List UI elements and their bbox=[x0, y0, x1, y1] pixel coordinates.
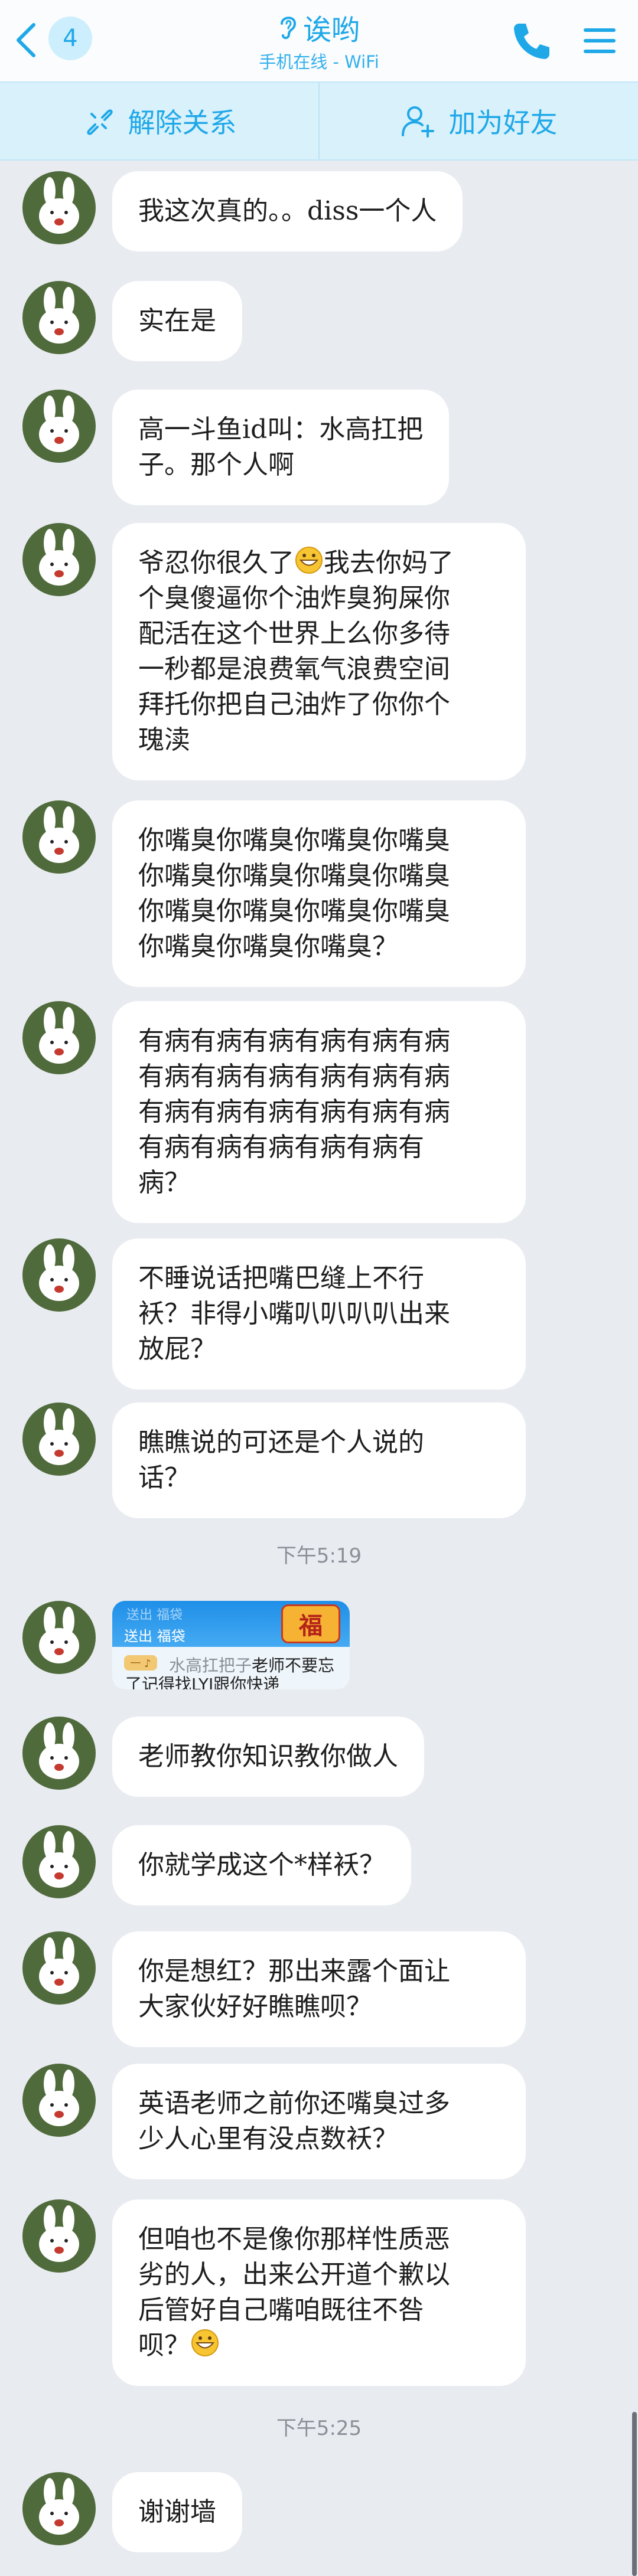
avatar[interactable] bbox=[22, 171, 96, 244]
lucky-bag-card[interactable]: 送出 福袋 送出 福袋 福 一 ♪ 水高扛把子老师不要忘 了记得找LYJ跟你快递 bbox=[112, 1601, 350, 1689]
rabbit-avatar-icon bbox=[39, 177, 79, 234]
chevron-left-icon bbox=[17, 23, 35, 57]
message-bubble[interactable]: 谢谢墙 bbox=[112, 2472, 242, 2552]
scrollbar-thumb[interactable] bbox=[632, 2412, 637, 2576]
message-text: 爷忍你很久了 bbox=[138, 548, 294, 578]
rabbit-avatar-icon bbox=[39, 529, 79, 586]
broken-link-icon bbox=[86, 109, 113, 135]
avatar[interactable] bbox=[22, 523, 96, 596]
unfriend-label: 解除关系 bbox=[128, 107, 237, 139]
menu-icon bbox=[584, 28, 616, 53]
card-faded-label: 送出 福袋 bbox=[126, 1608, 183, 1623]
phone-icon bbox=[514, 24, 549, 59]
level-tag: 一 ♪ bbox=[124, 1655, 157, 1671]
message-bubble[interactable]: 但咱也不是像你那样性质恶 劣的人，出来公开道个歉以 后管好自己嘴咱既往不咎 呗？ bbox=[112, 2199, 526, 2386]
unread-count-badge[interactable]: 4 bbox=[48, 17, 92, 60]
rabbit-avatar-icon bbox=[39, 395, 79, 452]
message-bubble[interactable]: 有病有病有病有病有病有病 有病有病有病有病有病有病 有病有病有病有病有病有病 有… bbox=[112, 1001, 526, 1223]
avatar[interactable] bbox=[22, 1238, 96, 1312]
chat-title-area[interactable]: 诶哟 手机在线 - WiFi bbox=[201, 8, 437, 73]
rabbit-avatar-icon bbox=[39, 1408, 79, 1465]
rabbit-avatar-icon bbox=[39, 1831, 79, 1888]
rabbit-avatar-icon bbox=[39, 2070, 79, 2126]
message-bubble[interactable]: 爷忍你很久了 我去你妈了 个臭傻逼你个油炸臭狗屎你 配活在这个世界上么你多待 一秒… bbox=[112, 523, 526, 780]
avatar[interactable] bbox=[22, 2199, 96, 2273]
avatar[interactable] bbox=[22, 1931, 96, 2005]
avatar[interactable] bbox=[22, 1601, 96, 1674]
rabbit-avatar-icon bbox=[39, 1007, 79, 1064]
online-status: 手机在线 - WiFi bbox=[259, 52, 379, 72]
rabbit-avatar-icon bbox=[39, 1722, 79, 1779]
avatar[interactable] bbox=[22, 800, 96, 874]
message-bubble[interactable]: 你就学成这个*样袄？ bbox=[112, 1825, 411, 1905]
card-label: 送出 福袋 bbox=[124, 1628, 185, 1645]
card-text-line: 了记得找LYJ跟你快递 bbox=[125, 1675, 280, 1689]
avatar[interactable] bbox=[22, 1825, 96, 1898]
rabbit-avatar-icon bbox=[39, 1607, 79, 1663]
message-text: 我去你妈了 个臭傻逼你个油炸臭狗屎你 配活在这个世界上么你多待 一秒都是浪费氧气… bbox=[138, 548, 454, 755]
back-button[interactable] bbox=[11, 19, 40, 61]
avatar[interactable] bbox=[22, 281, 96, 354]
grin-emoji-icon bbox=[191, 2329, 219, 2356]
message-bubble[interactable]: 瞧瞧说的可还是个人说的 话？ bbox=[112, 1403, 526, 1518]
add-friend-label: 加为好友 bbox=[448, 107, 558, 139]
rabbit-avatar-icon bbox=[39, 806, 79, 863]
timestamp: 下午5:19 bbox=[276, 1544, 362, 1568]
add-friend-button[interactable]: 加为好友 bbox=[318, 83, 638, 159]
avatar[interactable] bbox=[22, 1403, 96, 1476]
ear-icon bbox=[280, 17, 296, 40]
rabbit-avatar-icon bbox=[39, 1244, 79, 1301]
avatar[interactable] bbox=[22, 2064, 96, 2137]
timestamp: 下午5:25 bbox=[276, 2417, 362, 2440]
rabbit-avatar-icon bbox=[39, 2205, 79, 2262]
action-bar: 解除关系 加为好友 bbox=[0, 81, 638, 161]
message-text: 但咱也不是像你那样性质恶 劣的人，出来公开道个歉以 后管好自己嘴咱既往不咎 呗？ bbox=[138, 2224, 450, 2361]
add-user-icon bbox=[401, 106, 434, 138]
message-bubble[interactable]: 高一斗鱼id叫：水高扛把 子。那个人啊 bbox=[112, 390, 450, 505]
rabbit-avatar-icon bbox=[39, 2478, 79, 2535]
message-bubble[interactable]: 我这次真的。。diss一个人 bbox=[112, 171, 463, 251]
avatar[interactable] bbox=[22, 1001, 96, 1074]
avatar[interactable] bbox=[22, 390, 96, 463]
avatar[interactable] bbox=[22, 2472, 96, 2545]
message-bubble[interactable]: 实在是 bbox=[112, 281, 242, 361]
message-bubble[interactable]: 老师教你知识教你做人 bbox=[112, 1717, 424, 1797]
fortune-badge: 福 bbox=[281, 1604, 340, 1643]
phone-button[interactable] bbox=[508, 18, 555, 65]
message-bubble[interactable]: 不睡说话把嘴巴缝上不行 袄？非得小嘴叭叭叭叭出来 放屁？ bbox=[112, 1238, 526, 1390]
unfriend-button[interactable]: 解除关系 bbox=[0, 83, 318, 159]
message-bubble[interactable]: 你嘴臭你嘴臭你嘴臭你嘴臭 你嘴臭你嘴臭你嘴臭你嘴臭 你嘴臭你嘴臭你嘴臭你嘴臭 你… bbox=[112, 800, 526, 987]
menu-button[interactable] bbox=[579, 20, 620, 61]
chat-title: 诶哟 bbox=[302, 14, 360, 47]
message-bubble[interactable]: 你是想红？那出来露个面让 大家伙好好瞧瞧呗？ bbox=[112, 1931, 526, 2047]
grin-emoji-icon bbox=[295, 547, 323, 574]
avatar[interactable] bbox=[22, 1717, 96, 1790]
rabbit-avatar-icon bbox=[39, 1937, 79, 1994]
top-bar: 4 诶哟 手机在线 - WiFi bbox=[0, 0, 638, 81]
message-bubble[interactable]: 英语老师之前你还嘴臭过多 少人心里有没点数袄？ bbox=[112, 2064, 526, 2179]
rabbit-avatar-icon bbox=[39, 287, 79, 344]
